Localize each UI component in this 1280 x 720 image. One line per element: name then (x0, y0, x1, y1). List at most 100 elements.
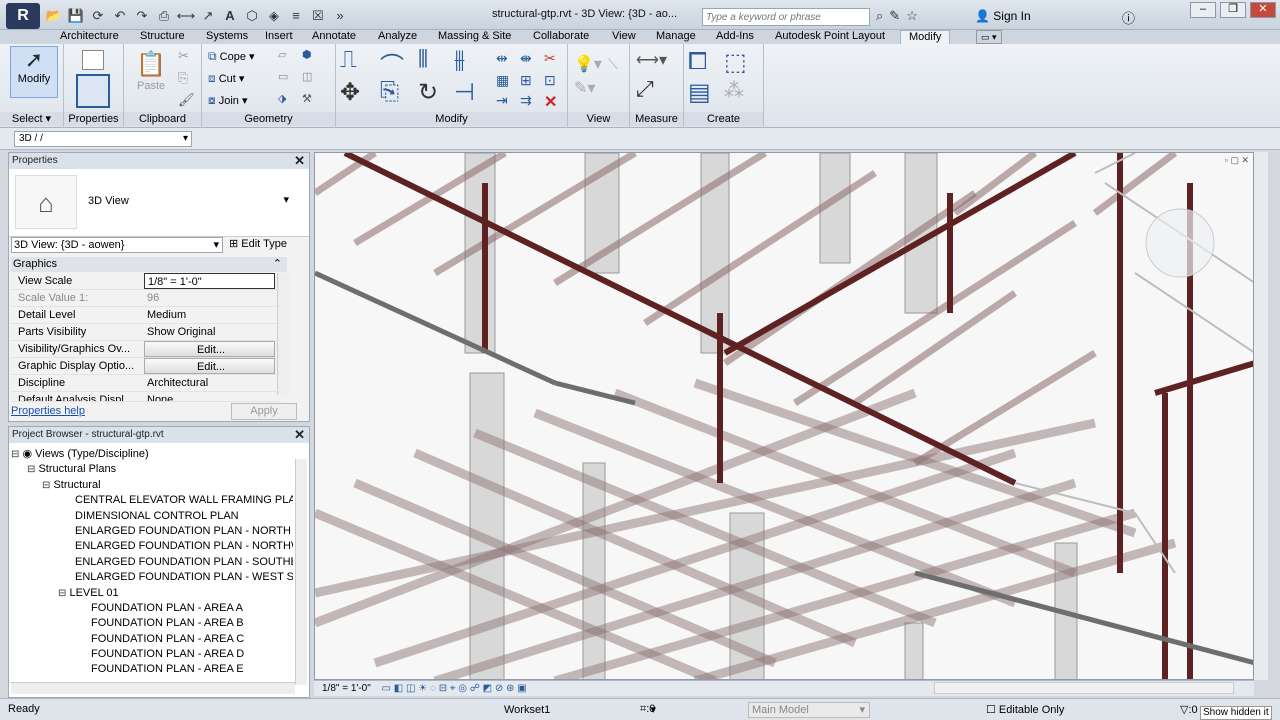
viewcube-icon[interactable] (1145, 208, 1215, 278)
viewport-vertical-scrollbar[interactable] (1254, 152, 1268, 680)
tree-item-view[interactable]: FOUNDATION PLAN - AREA C (91, 632, 244, 647)
unpin-icon[interactable]: ✂ (544, 50, 556, 67)
mirror-draw-icon[interactable]: ⫵ (454, 46, 465, 74)
properties-icon[interactable] (76, 74, 110, 108)
tab-manage[interactable]: Manage (656, 30, 696, 44)
tree-item-view[interactable]: FOUNDATION PLAN - AREA B (91, 616, 244, 631)
offset-icon[interactable]: ⌒ (380, 46, 404, 81)
type-properties-icon[interactable] (82, 50, 104, 70)
design-option-select[interactable]: Main Model ▾ (748, 702, 870, 718)
type-selector-combo[interactable]: 3D / / ▾ (14, 131, 192, 147)
tab-autodesk-point-layout[interactable]: Autodesk Point Layout (775, 30, 885, 44)
linework-icon[interactable]: ⟍ (608, 56, 618, 73)
tree-item-view[interactable]: CENTRAL ELEVATOR WALL FRAMING PLAN (75, 493, 293, 508)
graphics-section-header[interactable]: Graphics ⌃ (11, 257, 287, 272)
viewport-horizontal-scrollbar[interactable] (934, 682, 1234, 694)
close-hidden-icon[interactable]: ☒ (308, 6, 328, 26)
tree-item-view[interactable]: ENLARGED FOUNDATION PLAN - NORTHW (75, 539, 293, 554)
ribbon-options-button[interactable]: ▭ ▾ (976, 30, 1002, 44)
section-icon[interactable]: ◈ (264, 6, 284, 26)
tree-node-structural[interactable]: ⊟ Structural (42, 478, 101, 493)
dimension-icon[interactable]: ↗ (198, 6, 218, 26)
close-icon[interactable]: ✕ (294, 427, 305, 443)
tab-modify[interactable]: Modify (900, 30, 951, 44)
tab-view[interactable]: View (612, 30, 636, 44)
align-icon[interactable]: ⎍ (340, 46, 357, 74)
pin-icon[interactable]: ⊡ (544, 72, 556, 89)
join-geometry-icon[interactable]: ⬗ (278, 92, 286, 105)
tab-add-ins[interactable]: Add-Ins (716, 30, 754, 44)
viewport-window-controls[interactable]: ▫ ▢ ✕ (1225, 155, 1249, 166)
panel-select-label[interactable]: Select ▾ (0, 112, 63, 126)
open-icon[interactable]: 📂 (44, 6, 64, 26)
view-scale-control[interactable]: 1/8" = 1'-0" (322, 683, 371, 694)
demolish-icon[interactable]: ▭ (278, 70, 288, 83)
mirror-axis-icon[interactable]: ⫴ (418, 46, 428, 74)
close-icon[interactable]: ✕ (294, 153, 305, 169)
search-input[interactable] (702, 8, 870, 26)
paste-icon[interactable]: 📋 (136, 50, 166, 79)
tree-item-view[interactable]: ENLARGED FOUNDATION PLAN - NORTH (75, 524, 293, 539)
override-graphics-icon[interactable]: ✎▾ (574, 78, 595, 98)
prop-row-parts-visibility[interactable]: Parts Visibility Show Original (11, 324, 281, 341)
subscription-icon[interactable]: ✎ (889, 8, 900, 24)
help-icon[interactable]: ⓘ (1122, 8, 1135, 27)
active-workset-select[interactable]: Workset1 ▾ (484, 702, 660, 718)
aligned-dimension-icon[interactable]: ⤢ (636, 76, 654, 102)
array-icon[interactable]: ▦ (496, 72, 509, 89)
tab-insert[interactable]: Insert (265, 30, 293, 44)
collapse-node-icon[interactable]: ⊟ (11, 449, 19, 460)
tab-structure[interactable]: Structure (140, 30, 185, 44)
3d-view-icon[interactable]: ⬡ (242, 6, 262, 26)
tree-item-view[interactable]: DIMENSIONAL CONTROL PLAN (75, 509, 293, 524)
delete-icon[interactable]: ✕ (544, 92, 557, 112)
extend-icon[interactable]: ⇥ (496, 92, 508, 109)
tree-item-view[interactable]: FOUNDATION PLAN - AREA E (91, 662, 244, 677)
tab-collaborate[interactable]: Collaborate (533, 30, 589, 44)
scale-icon[interactable]: ⊞ (520, 72, 532, 89)
rotate-icon[interactable]: ↻ (418, 78, 438, 107)
remove-paint-icon[interactable]: ⚒ (302, 92, 312, 105)
browser-horizontal-scrollbar[interactable] (11, 682, 295, 694)
tree-item-view[interactable]: ENLARGED FOUNDATION PLAN - SOUTHE (75, 555, 293, 570)
join-button[interactable]: ⧇ Join ▾ (208, 93, 247, 108)
collapse-node-icon[interactable]: ⊟ (42, 480, 50, 491)
close-button[interactable]: ✕ (1250, 2, 1276, 18)
visibility-edit-button[interactable]: Edit... (144, 341, 275, 357)
redo-icon[interactable]: ↷ (132, 6, 152, 26)
binoculars-icon[interactable]: ⌕ (876, 8, 883, 24)
view-instance-selector[interactable]: 3D View: {3D - aowen} ▾ (11, 237, 223, 253)
minimize-button[interactable]: – (1190, 2, 1216, 18)
undo-icon[interactable]: ↶ (110, 6, 130, 26)
restore-button[interactable]: ❐ (1220, 2, 1246, 18)
prop-row-discipline[interactable]: Discipline Architectural (11, 375, 281, 392)
prop-row-default-analysis[interactable]: Default Analysis Displ... None (11, 392, 281, 402)
tree-item-view[interactable]: FOUNDATION PLAN - AREA D (91, 647, 244, 662)
collapse-node-icon[interactable]: ⊟ (27, 464, 35, 475)
hide-icon[interactable]: 💡▾ (574, 54, 602, 74)
split-icon[interactable]: ⇹ (496, 50, 508, 67)
tab-annotate[interactable]: Annotate (312, 30, 356, 44)
cope-button[interactable]: ⧉ Cope ▾ (208, 49, 255, 64)
copy-element-icon[interactable]: ⎘ (380, 78, 399, 106)
text-icon[interactable]: A (220, 6, 240, 26)
editable-only-checkbox[interactable]: ☐ Editable Only (986, 703, 1064, 716)
properties-help-link[interactable]: Properties help (11, 405, 85, 417)
type-selector[interactable]: ⌂ 3D View ▾ (9, 169, 309, 237)
edit-type-button[interactable]: ⊞ Edit Type (229, 237, 287, 250)
move-icon[interactable]: ✥ (340, 78, 360, 107)
create-assembly-icon[interactable]: ⧠ (688, 48, 707, 76)
tree-item-view[interactable]: FOUNDATION PLAN - AREA A (91, 601, 243, 616)
sign-in-button[interactable]: 👤 Sign In (975, 9, 1031, 23)
create-group-icon[interactable]: ▤ (688, 78, 711, 107)
filter-icon[interactable]: ▽:0 (1180, 703, 1198, 716)
tree-node-level-01[interactable]: ⊟ LEVEL 01 (58, 586, 119, 601)
application-menu-button[interactable]: R (6, 3, 40, 29)
save-icon[interactable]: 💾 (66, 6, 86, 26)
print-icon[interactable]: ⎙ (154, 6, 174, 26)
apply-button[interactable]: Apply (231, 403, 297, 420)
tree-node-views[interactable]: ⊟ ◉ Views (Type/Discipline) (11, 447, 149, 462)
tab-systems[interactable]: Systems (206, 30, 248, 44)
split-gap-icon[interactable]: ⇼ (520, 50, 532, 67)
tree-item-view[interactable]: ENLARGED FOUNDATION PLAN - WEST ST (75, 570, 293, 585)
